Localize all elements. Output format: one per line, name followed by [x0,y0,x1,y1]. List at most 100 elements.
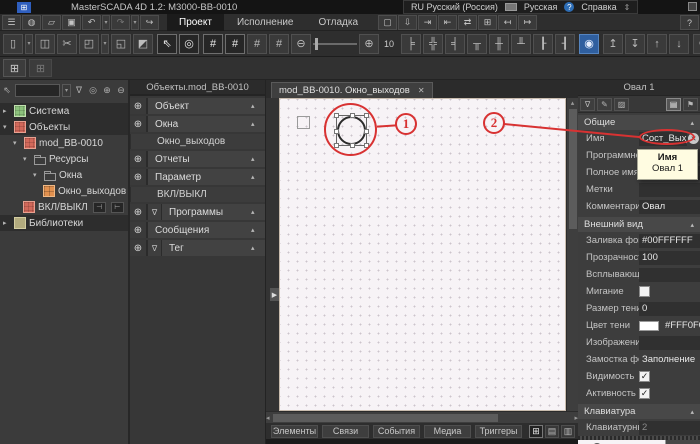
tree-item-mod-bb-0010[interactable]: ▾ mod_BB-0010 [0,135,128,151]
chevron-down-icon[interactable]: ▾ [3,123,11,131]
chevron-down-icon[interactable]: ▾ [23,155,31,163]
align-bottom-button[interactable]: ╨ [511,34,531,54]
visibility-checkbox[interactable]: ✓ [639,371,650,382]
design-canvas[interactable]: 1 2 [279,98,566,411]
paste-button[interactable]: ▯ [3,34,23,54]
add-child-object-button[interactable]: ⊞ [29,59,52,77]
panel-splitter[interactable]: ▶ [266,98,279,411]
add-icon[interactable]: ⊕ [130,116,148,132]
grid-zoom-in-button[interactable]: ⊕ [359,34,379,54]
chevron-right-icon[interactable]: ▸ [3,107,11,115]
connection-in-icon[interactable]: ⊣ [93,202,106,213]
help-button[interactable]: ? [680,15,699,30]
group-parameter[interactable]: ⊕ Параметр ▴ [130,169,265,185]
fill-color-field[interactable]: #00FFFFFF [639,234,700,248]
help-link[interactable]: Справка [581,2,616,12]
bring-to-front-button[interactable]: ↥ [603,34,623,54]
collapse-icon[interactable]: ▴ [251,155,265,163]
dock-pin-button[interactable]: ⇩ [398,15,417,30]
tiling-field[interactable]: Заполнение [639,353,700,367]
merge-button[interactable]: ◩ [133,34,153,54]
edit-filter-button[interactable]: ✎ [597,98,612,111]
tags-field[interactable] [639,183,700,197]
runtime-button[interactable]: ◍ [22,15,41,30]
scroll-up-icon[interactable]: ▴ [571,98,575,108]
distribute-v-button[interactable]: ┨ [555,34,575,54]
grid-zoom-out-button[interactable]: ⊖ [291,34,311,54]
chevron-right-icon[interactable]: ▸ [3,219,11,227]
collapse-icon[interactable]: ▴ [690,119,694,127]
collapse-icon[interactable]: ▴ [251,244,265,252]
cut-button[interactable]: ✂ [57,34,77,54]
section-appearance[interactable]: Внешний вид ▴ [578,217,700,232]
align-middle-button[interactable]: ╫ [489,34,509,54]
comment-field[interactable]: Овал [639,200,700,214]
preview-eye-button[interactable]: ◉ [579,34,599,54]
paste-special-button[interactable]: ◱ [111,34,131,54]
image-field[interactable] [639,336,700,350]
chevron-down-icon[interactable]: ▾ [13,139,21,147]
add-icon[interactable]: ⊕ [130,151,148,167]
view-columns-button[interactable]: ▥ [561,425,575,438]
opacity-field[interactable]: 100 [639,251,700,265]
tree-item-libraries[interactable]: ▸ Библиотеки [0,215,128,231]
filter-properties-button[interactable]: ∇ [580,98,595,111]
list-view-button[interactable]: ▤ [666,98,681,111]
group-reports[interactable]: ⊕ Отчеты ▴ [130,151,265,167]
flag-icon[interactable]: ⚑ [683,98,698,111]
group-messages[interactable]: ⊕ Сообщения ▴ [130,222,265,238]
tree-item-resources[interactable]: ▾ Ресурсы [0,151,128,167]
add-icon[interactable]: ⊕ [130,204,148,220]
filter-dropdown[interactable]: ▾ [62,84,71,97]
bring-forward-button[interactable]: ↑ [647,34,667,54]
collapse-icon[interactable]: ▴ [251,102,265,110]
grid-wide-button[interactable]: # [269,34,289,54]
filter-icon[interactable]: ∇ [148,240,162,256]
dock-left-button[interactable]: ⇤ [438,15,457,30]
spinner-icon[interactable]: ⇕ [624,3,631,12]
blink-checkbox[interactable] [639,286,650,297]
align-left-button[interactable]: ╞ [401,34,421,54]
vertical-scrollbar[interactable]: ▴ [566,98,578,411]
dock-out-button[interactable]: ↦ [518,15,537,30]
tab-elements[interactable]: Элементы [271,425,318,438]
horizontal-scroll-thumb[interactable] [273,414,498,422]
slider-thumb[interactable] [315,38,318,50]
shadow-size-field[interactable]: 0 [639,302,700,316]
view-grid-button[interactable]: ⊞ [529,425,543,438]
horizontal-scrollbar[interactable]: ◂ ▸ [266,411,578,423]
grid-dense-button[interactable]: # [247,34,267,54]
send-to-back-button[interactable]: ↧ [625,34,645,54]
tree-item-windows[interactable]: ▾ Окна [0,167,128,183]
scroll-left-icon[interactable]: ◂ [266,413,270,423]
link-window-button[interactable]: ▨ [614,98,629,111]
tab-events[interactable]: События [373,425,420,438]
duplicate-dropdown[interactable]: ▾ [101,34,109,54]
restore-window-button[interactable] [688,2,697,11]
add-icon[interactable]: ⊕ [130,98,148,114]
align-center-button[interactable]: ╬ [423,34,443,54]
group-windows[interactable]: ⊕ Окна ▴ [130,116,265,132]
splitter-expand-icon[interactable]: ▶ [270,288,279,301]
dock-swap-button[interactable]: ⇄ [458,15,477,30]
collapse-icon[interactable]: ▴ [251,208,265,216]
tab-triggers[interactable]: Триггеры [475,425,522,438]
search-icon[interactable]: ◎ [87,84,99,97]
duplicate-button[interactable]: ◰ [79,34,99,54]
dock-in-button[interactable]: ↤ [498,15,517,30]
section-keyboard[interactable]: Клавиатура ▴ [578,404,700,419]
shadow-color-swatch[interactable] [639,321,659,331]
keyboard-layout-label[interactable]: Русская [524,2,557,12]
zoom-tool-button[interactable]: ◎ [179,34,199,54]
popup-field[interactable] [639,268,700,282]
add-object-button[interactable]: ⊞ [3,59,26,77]
document-tab[interactable]: mod_BB-0010. Окно_выходов ✕ [271,82,433,98]
group-programs[interactable]: ⊕ ∇ Программы ▴ [130,204,265,220]
tree-item-objects[interactable]: ▾ Объекты [0,119,128,135]
tree-item-output-window[interactable]: Окно_выходов [0,183,128,199]
preview-thumbnail[interactable] [578,440,666,444]
dock-frame-button[interactable]: ▢ [378,15,397,30]
section-general[interactable]: Общие ▴ [578,115,700,130]
collapse-icon[interactable]: ▴ [251,226,265,234]
tab-execution[interactable]: Исполнение [225,14,306,31]
